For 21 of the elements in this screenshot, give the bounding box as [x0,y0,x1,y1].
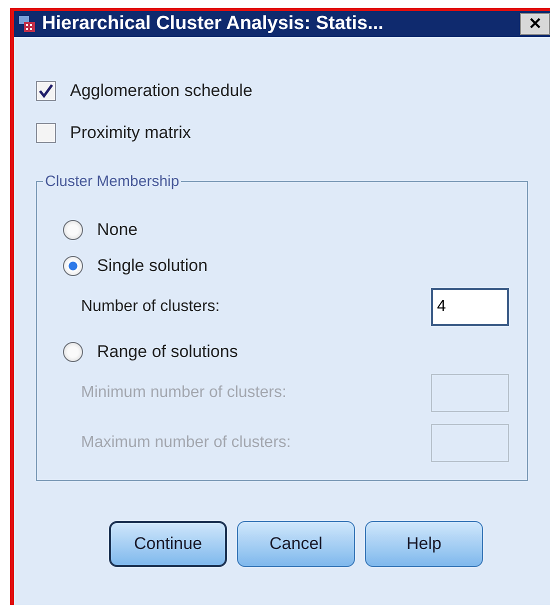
window-title: Hierarchical Cluster Analysis: Statis... [42,13,384,35]
radio-button[interactable] [63,220,83,240]
checkbox[interactable] [36,123,56,143]
radio-label: None [97,220,138,240]
close-button[interactable]: ✕ [520,13,550,35]
checkbox[interactable] [36,81,56,101]
radio-label: Range of solutions [97,342,238,362]
app-grid-icon [18,15,36,33]
dialog-button[interactable]: Help [365,521,483,567]
checkbox-label: Agglomeration schedule [70,81,252,101]
radio-button[interactable] [63,256,83,276]
input-field[interactable]: 4 [431,288,509,326]
field-label: Number of clusters: [81,298,220,316]
dialog-button[interactable]: Continue [109,521,227,567]
field-label: Minimum number of clusters: [81,384,286,402]
field-label: Maximum number of clusters: [81,434,291,452]
checkbox-label: Proximity matrix [70,123,191,143]
radio-label: Single solution [97,256,208,276]
group-title: Cluster Membership [44,173,180,190]
dialog-button[interactable]: Cancel [237,521,355,567]
radio-button[interactable] [63,342,83,362]
